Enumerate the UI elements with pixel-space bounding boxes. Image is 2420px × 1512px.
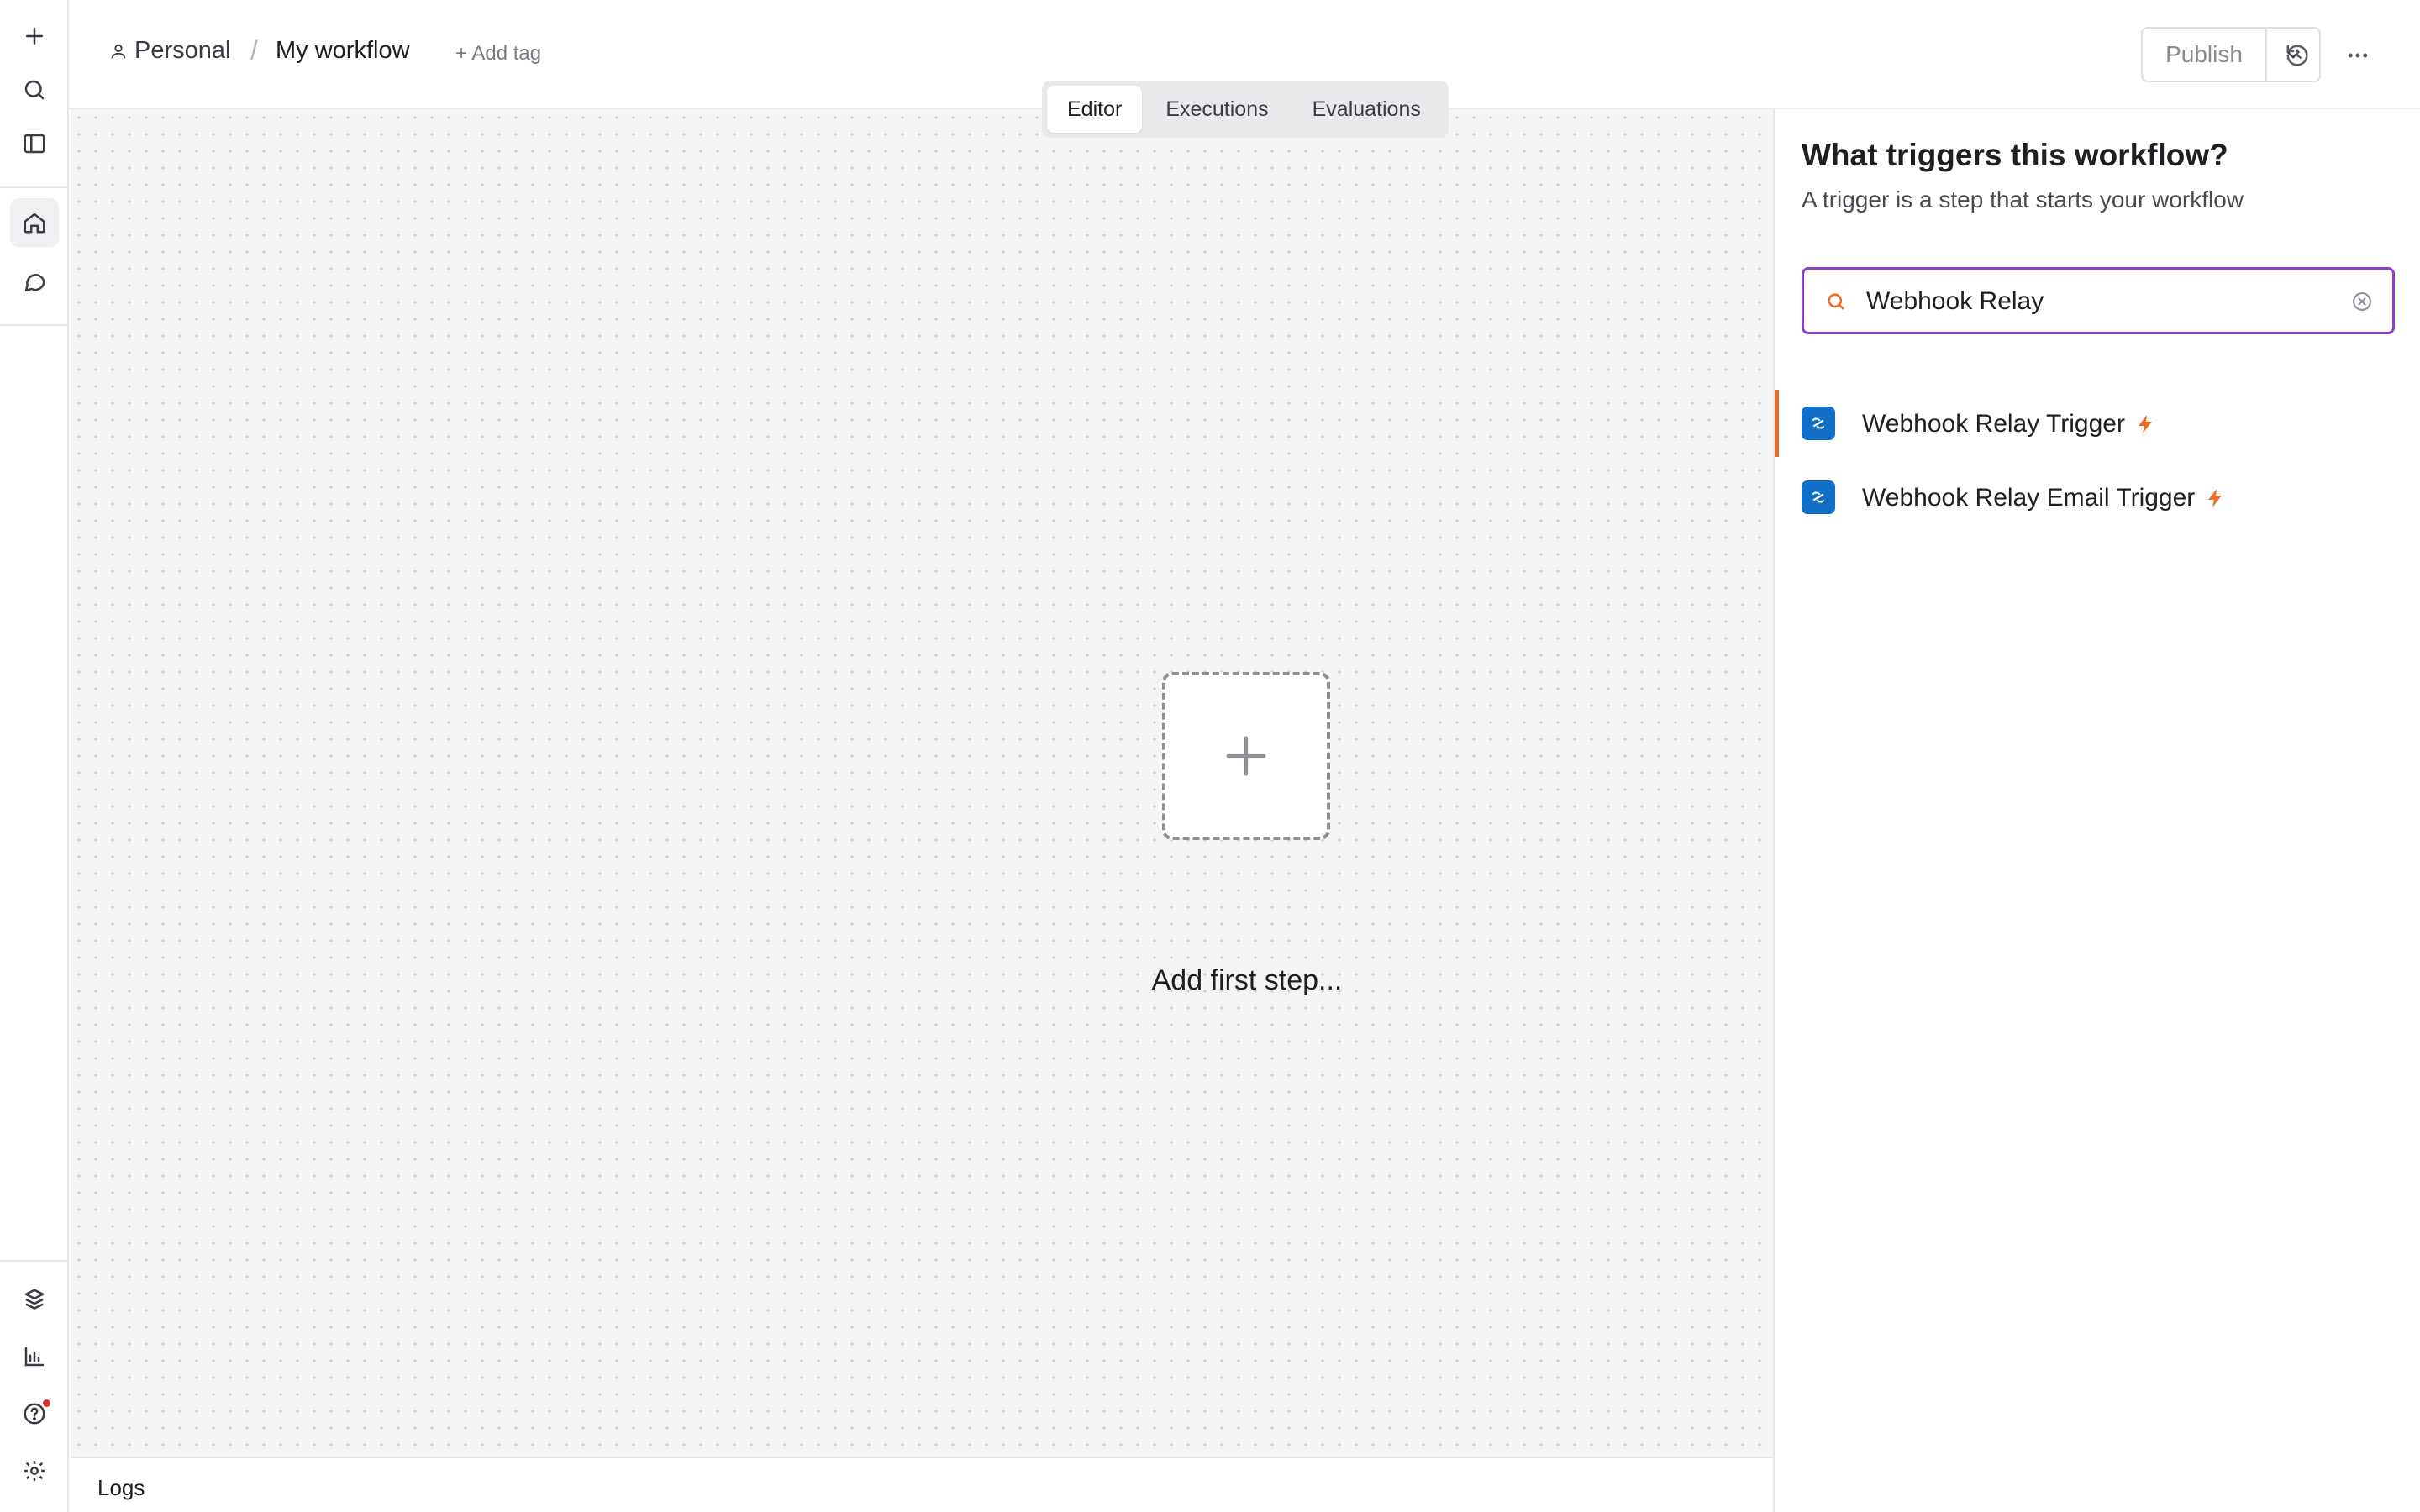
home-icon[interactable] [10,198,59,247]
search-icon[interactable] [10,66,59,114]
trigger-result-label: Webhook Relay Email Trigger [1862,484,2223,512]
tab-evaluations[interactable]: Evaluations [1292,86,1441,133]
webhook-relay-icon [1802,407,1835,440]
breadcrumb-project[interactable]: Personal [109,37,230,65]
logs-label[interactable]: Logs [97,1475,145,1501]
tab-executions[interactable]: Executions [1145,86,1288,133]
trigger-result-item[interactable]: Webhook Relay Email Trigger [1775,464,2420,531]
breadcrumb-project-label: Personal [134,37,231,64]
history-icon[interactable] [2275,34,2319,77]
plus-icon[interactable] [10,12,59,60]
trigger-result-text: Webhook Relay Trigger [1862,410,2125,438]
rail-divider [0,1260,69,1262]
chat-icon[interactable] [10,257,59,306]
workflow-canvas[interactable]: Add first step... [71,109,1773,1512]
breadcrumb-separator: / [250,35,258,66]
insights-icon[interactable] [10,1332,59,1381]
left-rail [0,0,69,1512]
add-first-step-button[interactable] [1162,672,1330,840]
add-tag-button[interactable]: + Add tag [455,42,541,66]
tab-editor[interactable]: Editor [1047,86,1143,133]
trigger-result-item[interactable]: Webhook Relay Trigger [1775,390,2420,457]
lightning-bolt-icon [2208,489,2223,507]
help-icon[interactable] [10,1389,59,1438]
add-first-step-label: Add first step... [1151,964,1343,996]
trigger-result-label: Webhook Relay Trigger [1862,410,2154,438]
user-icon [111,44,126,58]
notification-dot [43,1399,50,1407]
panel-subtitle: A trigger is a step that starts your wor… [1802,186,2244,213]
webhook-relay-icon [1802,480,1835,514]
sidebar-toggle-icon[interactable] [10,119,59,168]
trigger-search-input[interactable] [1866,283,2337,320]
panel-title: What triggers this workflow? [1802,138,2228,172]
plus-icon [1226,736,1266,776]
rail-divider [0,324,69,326]
publish-button[interactable]: Publish [2143,29,2267,81]
rail-divider [0,186,69,188]
trigger-result-text: Webhook Relay Email Trigger [1862,484,2196,512]
workflow-name[interactable]: My workflow [276,37,410,65]
view-tabs: Editor Executions Evaluations [1042,81,1449,138]
trigger-search-box[interactable] [1802,267,2395,334]
logs-bar[interactable]: Logs [71,1457,1773,1512]
clear-search-icon[interactable] [2350,290,2374,313]
templates-icon[interactable] [10,1275,59,1324]
search-icon [1824,290,1848,313]
lightning-bolt-icon [2138,415,2152,433]
settings-icon[interactable] [10,1446,59,1495]
more-options-icon[interactable] [2336,34,2380,77]
trigger-panel: What triggers this workflow? A trigger i… [1773,109,2420,1512]
